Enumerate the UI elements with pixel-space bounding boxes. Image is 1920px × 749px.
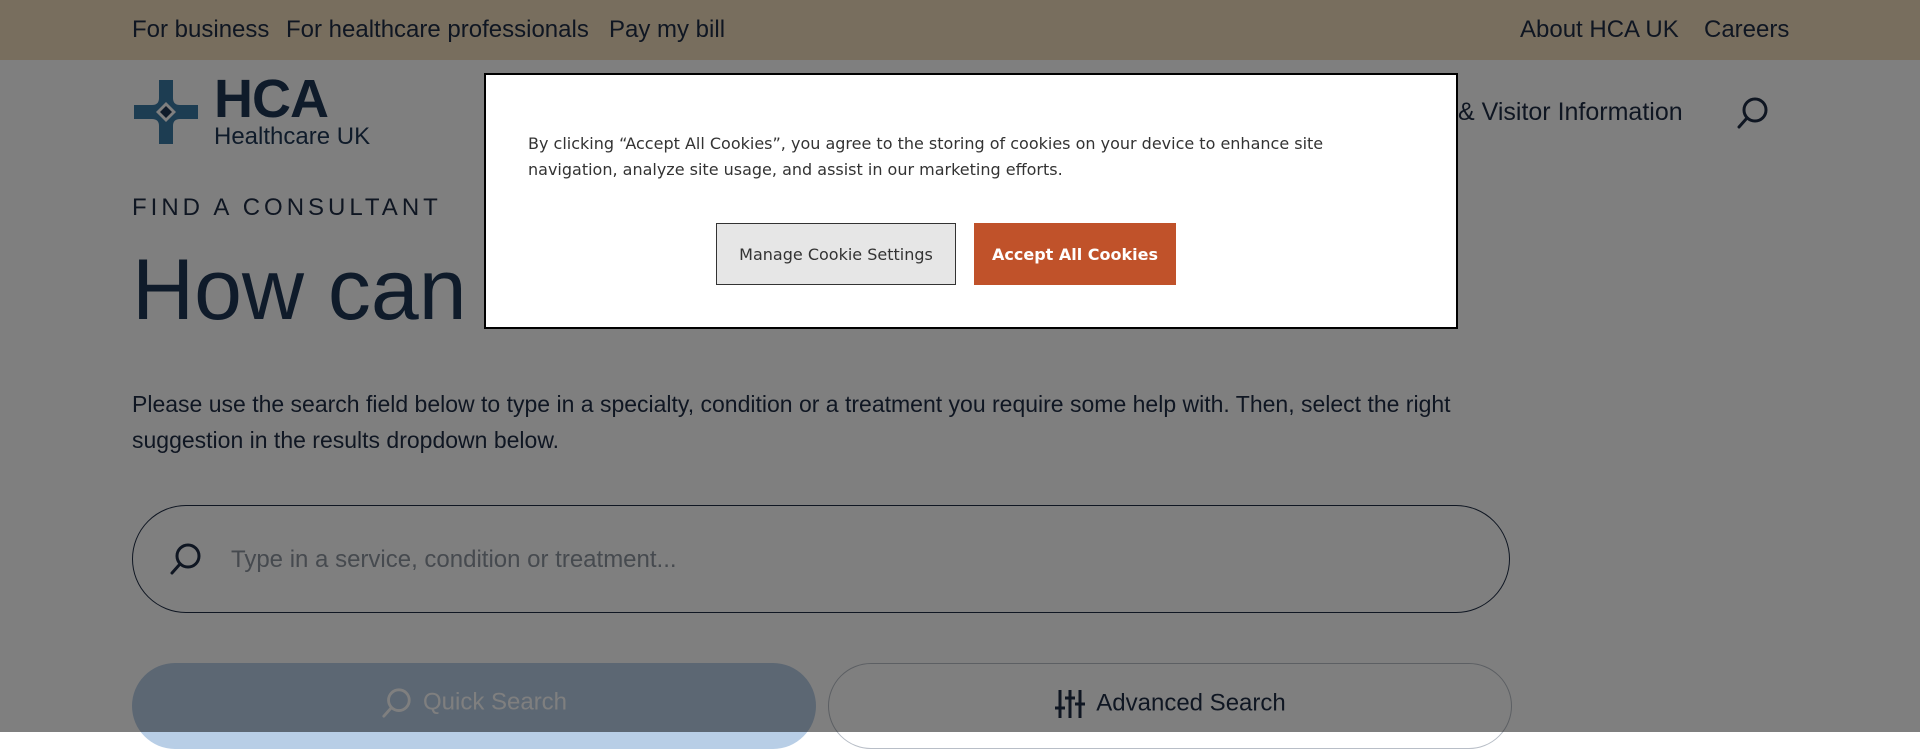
cookie-consent-text: By clicking “Accept All Cookies”, you ag… bbox=[528, 134, 1324, 179]
page: For business For healthcare professional… bbox=[0, 0, 1920, 749]
accept-all-cookies-button[interactable]: Accept All Cookies bbox=[974, 223, 1176, 285]
cookie-consent-dialog: By clicking “Accept All Cookies”, you ag… bbox=[484, 73, 1458, 329]
manage-cookie-settings-button[interactable]: Manage Cookie Settings bbox=[716, 223, 956, 285]
